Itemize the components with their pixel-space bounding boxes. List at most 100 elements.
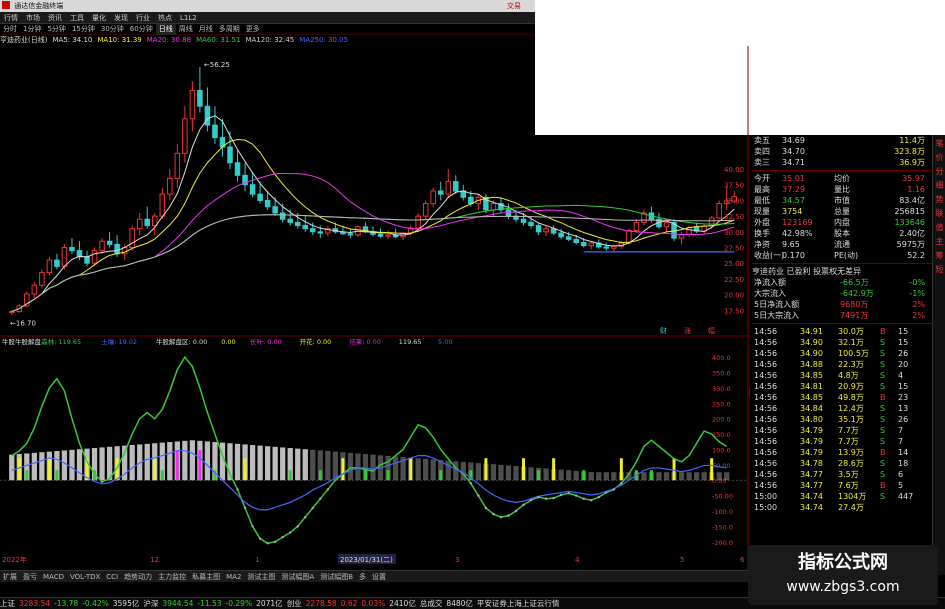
indicator-legend-item: 牛股解盘区: 0.00 (156, 337, 207, 346)
indicator-tab[interactable]: VOL-TDX (67, 571, 103, 583)
volume-hist-bar (182, 440, 188, 481)
period-tab-7[interactable]: 周线 (176, 24, 196, 35)
quote-stat-label-2: 股本 (834, 229, 850, 238)
period-tab-3[interactable]: 15分钟 (69, 24, 98, 35)
menu-item-3[interactable]: 工具 (66, 12, 88, 24)
side-tab[interactable]: 筹 (934, 250, 945, 261)
quote-stat-label: 最高 (754, 185, 770, 194)
tick-count: 15 (898, 382, 909, 391)
tick-time: 14:56 (754, 349, 778, 358)
tick-side: S (880, 404, 886, 413)
indicator-tab[interactable]: 趋势动力 (121, 571, 155, 583)
indicator-legend-item: 森林: 119.65 (41, 337, 81, 346)
menu-item-7[interactable]: 热点 (154, 12, 176, 24)
ma-legend: 亨迪药业(日线) MA5: 34.10 MA10: 31.39 MA20: 30.88… (0, 35, 535, 46)
side-tab[interactable]: 笔 (934, 138, 945, 149)
volume-hist-bar (129, 445, 135, 481)
tick-side: S (880, 371, 886, 380)
indicator-tab[interactable]: MACD (40, 571, 67, 583)
tick-time: 14:56 (754, 459, 778, 468)
candle (39, 272, 45, 286)
soil-point (258, 537, 262, 540)
indicator-tab[interactable]: 盈亏 (20, 571, 40, 583)
side-tab[interactable]: 联 (934, 208, 945, 219)
indicator-tab[interactable]: 测试幅图B (317, 571, 356, 583)
signal-bar-yellow (243, 458, 247, 481)
side-tab[interactable]: 短 (934, 264, 945, 275)
period-tab-0[interactable]: 分时 (0, 24, 20, 35)
menu-item-0[interactable]: 行情 (0, 12, 22, 24)
event-marker[interactable]: 涨 (684, 326, 691, 335)
menu-item-5[interactable]: 发现 (110, 12, 132, 24)
period-tab-6[interactable]: 日线 (155, 24, 176, 35)
tick-count: 6 (898, 470, 904, 479)
period-tab-10[interactable]: 更多 (243, 24, 263, 35)
period-tab-5[interactable]: 60分钟 (127, 24, 156, 35)
indicator-axis-label: 350.0 (712, 370, 731, 378)
candle (197, 90, 203, 107)
trade-button[interactable]: 交易 (507, 0, 521, 12)
indicator-tab[interactable]: 多 (356, 571, 369, 583)
event-marker[interactable]: 财 (660, 326, 667, 335)
menu-item-4[interactable]: 量化 (88, 12, 110, 24)
date-axis-label: 4 (575, 556, 580, 564)
soil-point (266, 542, 269, 545)
tick-side: S (880, 349, 886, 358)
kline-chart[interactable]: 40.0037.5035.0032.5030.0027.5025.0022.50… (0, 46, 750, 570)
side-tab[interactable]: 值 (934, 222, 945, 233)
tick-price: 34.88 (800, 360, 823, 369)
period-tab-9[interactable]: 多周期 (216, 24, 243, 35)
tick-row: 14:56 34.78 28.6万 S 18 (752, 458, 945, 469)
quote-stat-row: 收益(一) 0.170 PE(动) 52.2 (752, 250, 945, 261)
side-tab[interactable]: 价 (934, 152, 945, 163)
indicator-tab[interactable]: CCI (103, 571, 121, 583)
volume-hist-bar (543, 468, 549, 481)
soil-point (304, 515, 307, 519)
order-book-volume: 36.9万 (899, 158, 925, 167)
tick-row: 14:56 34.90 32.1万 S 15 (752, 337, 945, 348)
menu-item-8[interactable]: L1L2 (176, 12, 201, 24)
indicator-tab[interactable]: 设置 (369, 571, 389, 583)
candle (520, 218, 527, 223)
menu-item-2[interactable]: 资讯 (44, 12, 66, 24)
quote-stat-label-2: 均价 (834, 174, 850, 183)
status-item: 3283.54 (19, 599, 51, 608)
quote-stat-label-2: 总量 (834, 207, 850, 216)
volume-hist-bar (445, 460, 451, 481)
period-tab-4[interactable]: 30分钟 (98, 24, 127, 35)
quote-stat-label: 外盘 (754, 218, 770, 227)
period-tab-8[interactable]: 月线 (196, 24, 216, 35)
order-book-row: 卖三 34.71 36.9万 (752, 157, 945, 168)
tick-price: 34.84 (800, 404, 823, 413)
date-axis-label: 5 (680, 556, 684, 564)
candle (611, 245, 617, 249)
tick-time: 14:56 (754, 338, 778, 347)
side-tab[interactable]: 细 (934, 180, 945, 191)
side-tab[interactable]: 主 (934, 236, 945, 247)
tick-row: 14:56 34.84 12.4万 S 13 (752, 403, 945, 414)
event-marker[interactable]: 幅 (708, 326, 715, 335)
tick-volume: 30.0万 (838, 327, 864, 336)
period-tab-1[interactable]: 1分钟 (20, 24, 44, 35)
indicator-tab[interactable]: 测试主图 (244, 571, 278, 583)
volume-hist-bar (69, 449, 75, 481)
side-tab[interactable]: 分 (934, 166, 945, 177)
quote-stat-label-2: 市值 (834, 196, 850, 205)
tick-count: 7 (898, 437, 904, 446)
period-tab-2[interactable]: 5分钟 (44, 24, 68, 35)
candle (136, 218, 143, 230)
menu-item-1[interactable]: 市场 (22, 12, 44, 24)
volume-hist-bar (423, 458, 429, 481)
menu-item-6[interactable]: 行业 (132, 12, 154, 24)
indicator-tab[interactable]: MA2 (223, 571, 244, 583)
indicator-tab[interactable]: 测试幅图A (278, 571, 317, 583)
indicator-tab[interactable]: 私募主图 (189, 571, 223, 583)
side-tab[interactable]: 势 (934, 194, 945, 205)
indicator-tab[interactable]: 扩展 (0, 571, 20, 583)
candle (264, 199, 271, 208)
status-item: 3595亿 (112, 599, 140, 608)
indicator-tab[interactable]: 主力监控 (155, 571, 189, 583)
tick-side: S (880, 437, 886, 446)
tick-price: 34.81 (800, 382, 823, 391)
quote-stat-row: 最低 34.57 市值 83.4亿 (752, 195, 945, 206)
